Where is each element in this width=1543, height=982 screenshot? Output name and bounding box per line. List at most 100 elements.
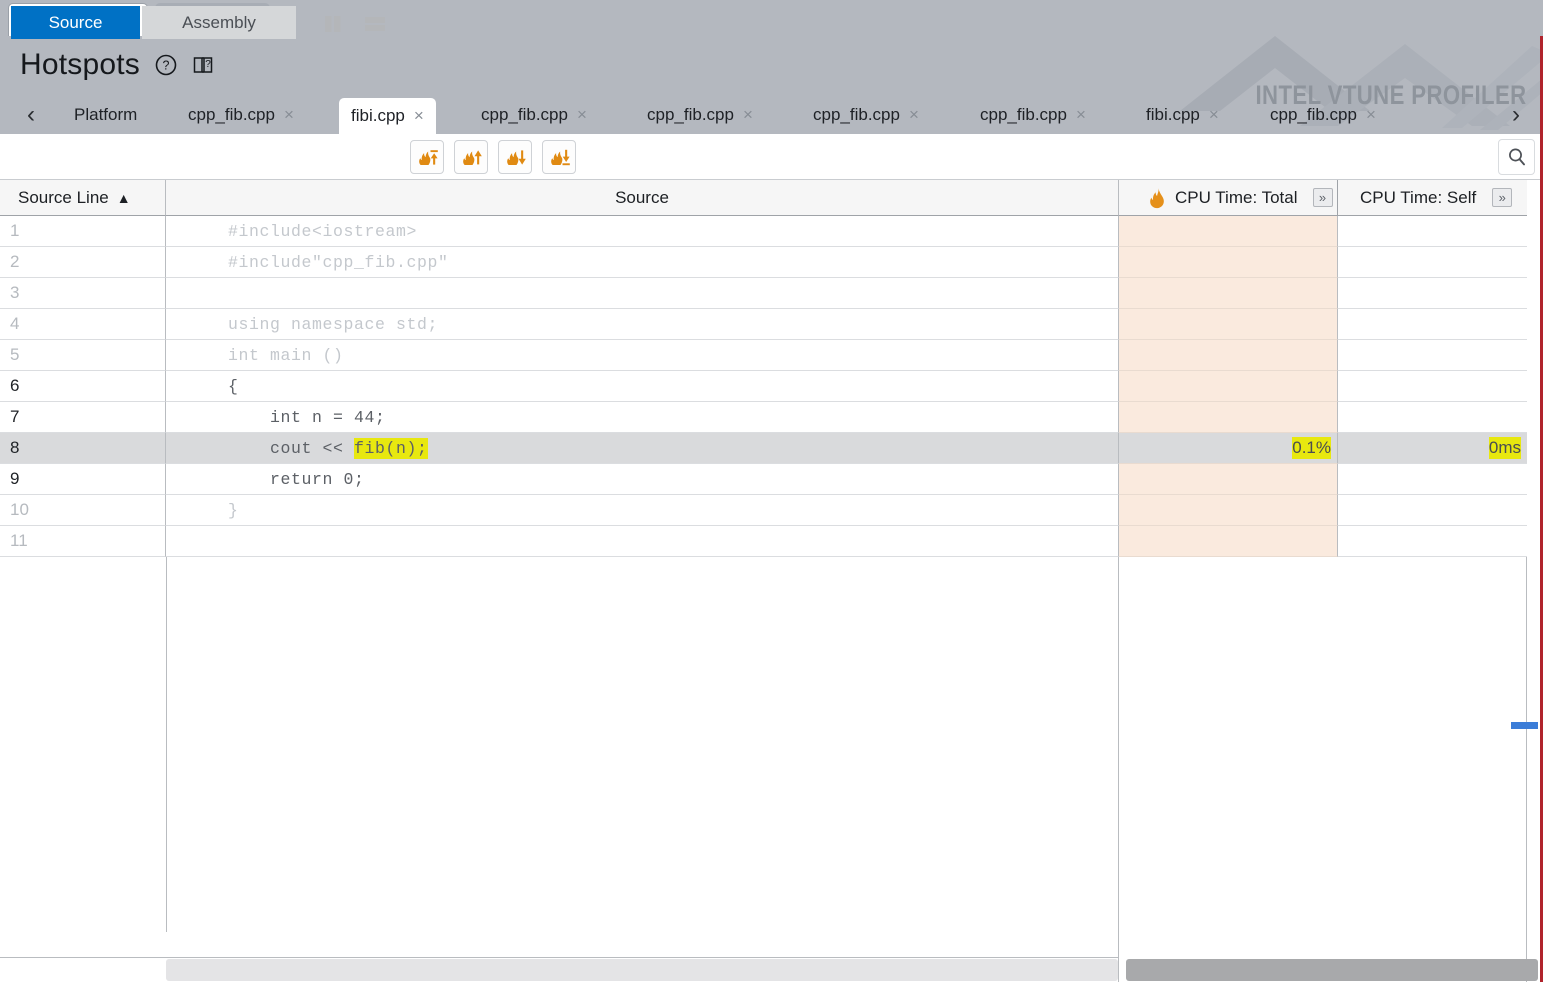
- source-text: using namespace std;: [166, 309, 1119, 340]
- table-row[interactable]: 7 int n = 44;: [0, 402, 1543, 433]
- tab-label: cpp_fib.cpp: [647, 105, 734, 124]
- horizontal-scrollbar-source[interactable]: [166, 959, 1118, 981]
- tab-cpp-fib-2[interactable]: cpp_fib.cpp ×: [469, 96, 599, 134]
- column-divider-right: [1526, 557, 1527, 982]
- scrollbar-separator: [0, 957, 1118, 958]
- column-header-cpu-time-self[interactable]: CPU Time: Self »: [1338, 180, 1527, 216]
- column-header-cpu-time-total[interactable]: CPU Time: Total »: [1119, 180, 1338, 216]
- table-row[interactable]: 10 }: [0, 495, 1543, 526]
- line-number: 10: [0, 495, 166, 526]
- source-grid: Source Line ▲ Source CPU Time: Total » C…: [0, 180, 1543, 982]
- cpu-time-self: 0ms: [1338, 433, 1527, 464]
- search-button[interactable]: [1498, 139, 1535, 175]
- table-row[interactable]: 5 int main (): [0, 340, 1543, 371]
- file-tab-row: ‹ Platform cpp_fib.cpp × fibi.cpp × cpp_…: [0, 96, 1543, 134]
- tab-label: cpp_fib.cpp: [980, 105, 1067, 124]
- flame-down-icon: [507, 150, 526, 165]
- tab-fibi-selected[interactable]: fibi.cpp ×: [339, 98, 436, 134]
- question-circle-icon[interactable]: ?: [154, 53, 178, 77]
- tab-fibi-2[interactable]: fibi.cpp ×: [1134, 96, 1231, 134]
- cpu-time-self-value: 0ms: [1488, 437, 1521, 459]
- flame-last-icon: [551, 149, 570, 166]
- svg-text:?: ?: [205, 59, 211, 70]
- last-hotspot-button[interactable]: [542, 140, 576, 174]
- table-row[interactable]: 1 #include<iostream>: [0, 216, 1543, 247]
- close-icon[interactable]: ×: [577, 105, 587, 125]
- tab-label: cpp_fib.cpp: [1270, 105, 1357, 124]
- cpu-time-total: [1119, 402, 1338, 433]
- close-icon[interactable]: ×: [909, 105, 919, 125]
- close-icon[interactable]: ×: [743, 105, 753, 125]
- tab-cpp-fib-6[interactable]: cpp_fib.cpp ×: [1258, 96, 1388, 134]
- tab-cpp-fib-3[interactable]: cpp_fib.cpp ×: [635, 96, 765, 134]
- page-title: Hotspots: [20, 48, 140, 81]
- cpu-time-self: [1338, 371, 1527, 402]
- source-text: {: [166, 371, 1119, 402]
- tab-label: cpp_fib.cpp: [188, 105, 275, 124]
- tab-platform[interactable]: Platform: [62, 96, 149, 134]
- cpu-time-self: [1338, 309, 1527, 340]
- source-text: cout << fib(n);: [166, 433, 1119, 464]
- line-number: 4: [0, 309, 166, 340]
- horizontal-scrollbar-metrics[interactable]: [1126, 959, 1538, 981]
- page-title-row: Hotspots ? ?: [20, 48, 216, 82]
- tab-cpp-fib-1[interactable]: cpp_fib.cpp ×: [176, 96, 306, 134]
- close-icon[interactable]: ×: [284, 105, 294, 125]
- table-row[interactable]: 3: [0, 278, 1543, 309]
- source-text: int main (): [166, 340, 1119, 371]
- source-text: [166, 278, 1119, 309]
- line-number: 9: [0, 464, 166, 495]
- cpu-time-self: [1338, 495, 1527, 526]
- tab-label: Platform: [74, 105, 138, 124]
- cpu-time-self: [1338, 278, 1527, 309]
- cpu-time-total: [1119, 464, 1338, 495]
- column-header-source-line[interactable]: Source Line ▲: [0, 180, 166, 216]
- column-divider-line: [166, 557, 167, 932]
- cpu-time-total: 0.1%: [1119, 433, 1338, 464]
- next-hotspot-button[interactable]: [498, 140, 532, 174]
- cpu-time-total: [1119, 371, 1338, 402]
- assembly-view-button[interactable]: Assembly: [142, 6, 296, 39]
- scroll-tabs-right-icon[interactable]: ›: [1499, 96, 1533, 134]
- sort-ascending-icon: ▲: [116, 189, 131, 206]
- tab-label: cpp_fib.cpp: [813, 105, 900, 124]
- table-row[interactable]: 4 using namespace std;: [0, 309, 1543, 340]
- column-label: CPU Time: Self: [1360, 187, 1477, 207]
- cpu-time-self: [1338, 216, 1527, 247]
- close-icon[interactable]: ×: [1366, 105, 1376, 125]
- tab-cpp-fib-4[interactable]: cpp_fib.cpp ×: [801, 96, 931, 134]
- table-row[interactable]: 9 return 0;: [0, 464, 1543, 495]
- split-vertical-icon[interactable]: [322, 14, 344, 34]
- split-horizontal-icon[interactable]: [363, 14, 387, 34]
- source-text: int n = 44;: [166, 402, 1119, 433]
- close-icon[interactable]: ×: [1209, 105, 1219, 125]
- search-icon: [1508, 148, 1525, 166]
- table-row-selected[interactable]: 8 ❯ cout << fib(n); 0.1% 0ms: [0, 433, 1543, 464]
- cpu-time-total: [1119, 526, 1338, 557]
- cpu-time-total-value: 0.1%: [1292, 437, 1331, 459]
- column-header-source[interactable]: Source: [166, 180, 1119, 216]
- hotspot-rail-marker[interactable]: [1511, 722, 1538, 729]
- first-hotspot-button[interactable]: [410, 140, 444, 174]
- cpu-time-total: [1119, 340, 1338, 371]
- source-toolbar: [0, 134, 1543, 180]
- line-number: 1: [0, 216, 166, 247]
- close-icon[interactable]: ×: [414, 106, 424, 126]
- scroll-tabs-left-icon[interactable]: ‹: [14, 96, 48, 134]
- source-view-button[interactable]: Source: [11, 6, 140, 39]
- cpu-time-self: [1338, 340, 1527, 371]
- cpu-time-total: [1119, 216, 1338, 247]
- table-row[interactable]: 6 {: [0, 371, 1543, 402]
- source-text-prefix: cout <<: [228, 438, 355, 458]
- close-icon[interactable]: ×: [1076, 105, 1086, 125]
- table-row[interactable]: 2 #include"cpp_fib.cpp": [0, 247, 1543, 278]
- column-label: Source: [615, 187, 669, 207]
- book-question-icon[interactable]: ?: [192, 53, 216, 77]
- tab-cpp-fib-5[interactable]: cpp_fib.cpp ×: [968, 96, 1098, 134]
- previous-hotspot-button[interactable]: [454, 140, 488, 174]
- source-text: #include"cpp_fib.cpp": [166, 247, 1119, 278]
- table-row[interactable]: 11: [0, 526, 1543, 557]
- expand-column-icon[interactable]: »: [1492, 188, 1513, 207]
- cpu-time-self: [1338, 402, 1527, 433]
- expand-column-icon[interactable]: »: [1312, 188, 1333, 207]
